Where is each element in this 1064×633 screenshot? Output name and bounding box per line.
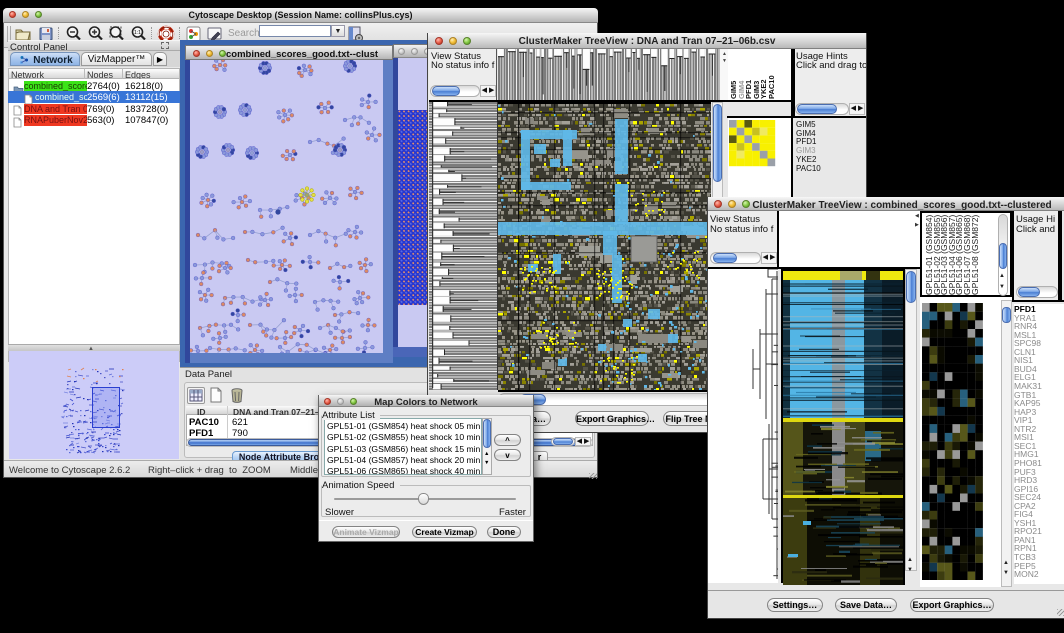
svg-text:1:1: 1:1 xyxy=(134,30,141,36)
